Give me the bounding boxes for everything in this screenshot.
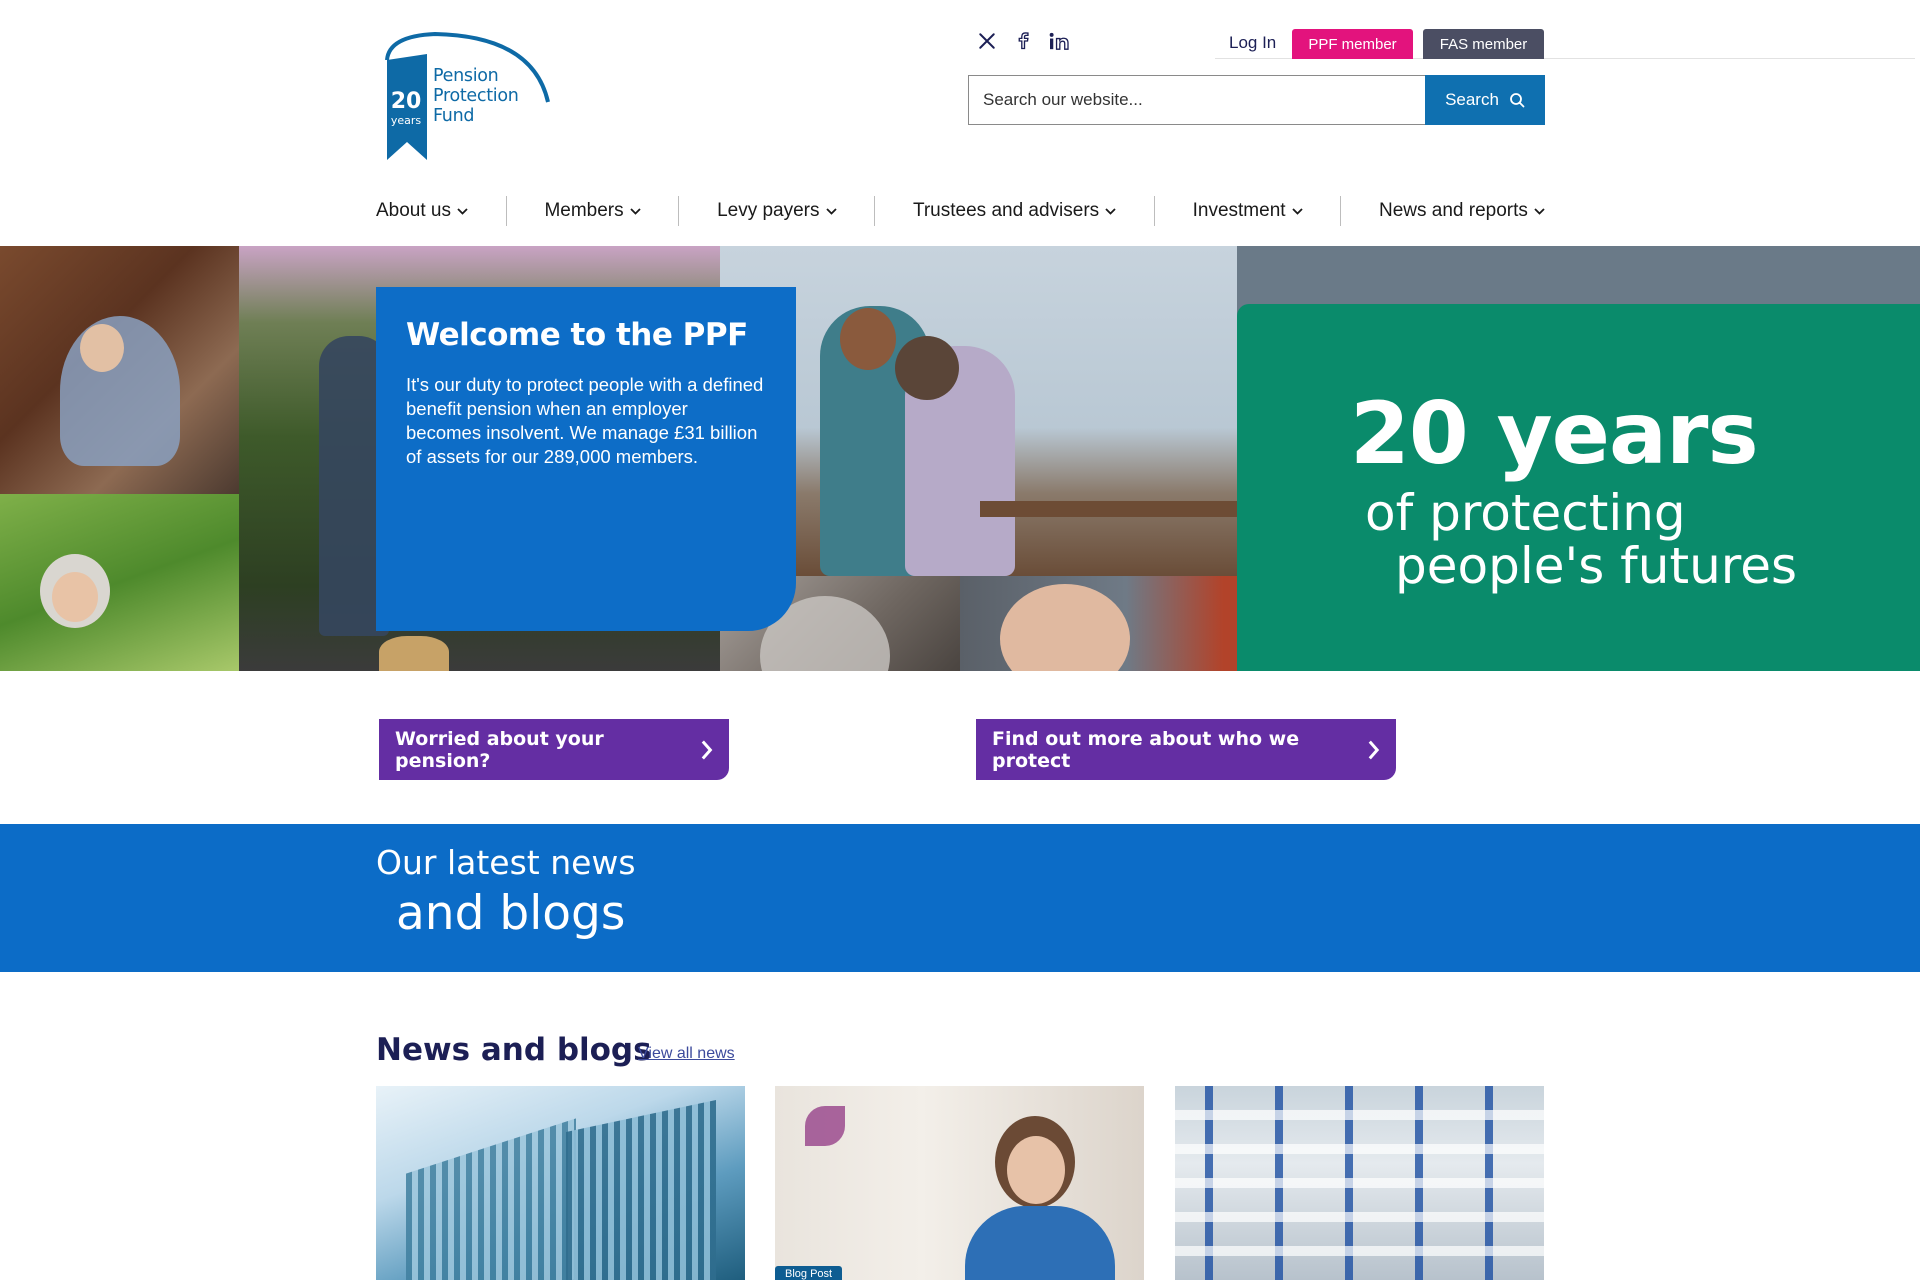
logo-line-2: Protection xyxy=(433,86,519,106)
nav-item-label: Levy payers xyxy=(717,200,820,221)
chevron-down-icon xyxy=(629,207,641,215)
nav-item-members[interactable]: Members xyxy=(544,200,641,222)
news-section-title: News and blogs xyxy=(376,1032,652,1068)
worried-about-pension-button[interactable]: Worried about your pension? xyxy=(379,719,729,780)
hero-body: It's our duty to protect people with a d… xyxy=(406,374,764,467)
chevron-down-icon xyxy=(457,207,468,215)
fas-member-button[interactable]: FAS member xyxy=(1423,29,1544,59)
band-heading-line-1: Our latest news xyxy=(376,843,636,882)
search-field xyxy=(968,75,1425,125)
nav-item-trustees-and-advisers[interactable]: Trustees and advisers xyxy=(913,200,1116,222)
chevron-down-icon xyxy=(1534,207,1545,215)
search-button[interactable]: Search xyxy=(1425,75,1545,125)
nav-divider xyxy=(678,196,680,226)
logo-line-3: Fund xyxy=(433,106,475,126)
photo-woman-gardening xyxy=(0,494,239,671)
cta-label: Worried about your pension? xyxy=(395,727,604,772)
chevron-right-icon xyxy=(701,740,713,759)
anniversary-promo: 20 years of protecting people's futures xyxy=(1237,304,1920,671)
search-icon xyxy=(1510,93,1525,108)
hero-banner: Welcome to the PPF It's our duty to prot… xyxy=(0,246,1920,671)
logo-line-1: Pension xyxy=(433,66,499,86)
view-all-news-link[interactable]: View all news xyxy=(638,1045,735,1063)
photo-older-man-glasses xyxy=(960,576,1237,671)
photo-man-with-dog xyxy=(0,246,239,494)
nav-item-label: Members xyxy=(544,200,624,221)
nav-divider xyxy=(505,196,507,226)
facebook-icon[interactable] xyxy=(1012,30,1034,52)
search-input[interactable] xyxy=(983,90,1425,110)
logo-anniversary-unit: years xyxy=(390,114,422,127)
promo-line-3: people's futures xyxy=(1395,537,1798,595)
nav-item-label: About us xyxy=(376,200,451,221)
band-heading-line-2: and blogs xyxy=(396,886,626,941)
nav-item-investment[interactable]: Investment xyxy=(1193,200,1303,222)
latest-news-band: Our latest news and blogs xyxy=(0,824,1920,972)
nav-item-label: Trustees and advisers xyxy=(912,200,1100,221)
cta-label: Find out more about who we protect xyxy=(992,727,1300,772)
photo-couple-embracing xyxy=(720,246,1237,576)
x-twitter-icon[interactable] xyxy=(976,30,998,52)
welcome-panel: Welcome to the PPF It's our duty to prot… xyxy=(376,287,796,631)
nav-item-about-us[interactable]: About us xyxy=(376,200,468,222)
nav-item-news-and-reports[interactable]: News and reports xyxy=(1379,200,1545,222)
social-links xyxy=(976,30,1070,52)
search-button-label: Search xyxy=(1445,90,1499,109)
main-navigation: About us Members Levy payers Trustees an… xyxy=(376,196,1545,226)
news-card[interactable]: Blog Post xyxy=(775,1086,1144,1280)
nav-divider xyxy=(874,196,876,226)
ppf-logo[interactable]: Pension Protection Fund 20 years xyxy=(383,32,553,160)
login-link[interactable]: Log In xyxy=(1229,33,1276,53)
nav-item-label: Investment xyxy=(1192,200,1286,221)
logo-anniversary-number: 20 xyxy=(390,89,422,114)
news-card[interactable] xyxy=(376,1086,745,1280)
nav-item-levy-payers[interactable]: Levy payers xyxy=(717,200,837,222)
nav-divider xyxy=(1340,196,1342,226)
promo-headline: 20 years xyxy=(1350,384,1759,484)
hero-title: Welcome to the PPF xyxy=(406,317,748,353)
chevron-right-icon xyxy=(1368,740,1380,759)
nav-divider xyxy=(1153,196,1155,226)
news-card-tag: Blog Post xyxy=(775,1266,843,1280)
promo-line-2: of protecting xyxy=(1365,484,1686,542)
chevron-down-icon xyxy=(1105,207,1116,215)
news-card[interactable] xyxy=(1175,1086,1544,1280)
ppf-member-button[interactable]: PPF member xyxy=(1292,29,1413,59)
nav-item-label: News and reports xyxy=(1378,200,1528,221)
who-we-protect-button[interactable]: Find out more about who we protect xyxy=(976,719,1396,780)
chevron-down-icon xyxy=(825,207,837,215)
logo-wordmark: Pension Protection Fund xyxy=(433,66,519,126)
chevron-down-icon xyxy=(1291,207,1303,215)
linkedin-icon[interactable] xyxy=(1048,30,1070,52)
